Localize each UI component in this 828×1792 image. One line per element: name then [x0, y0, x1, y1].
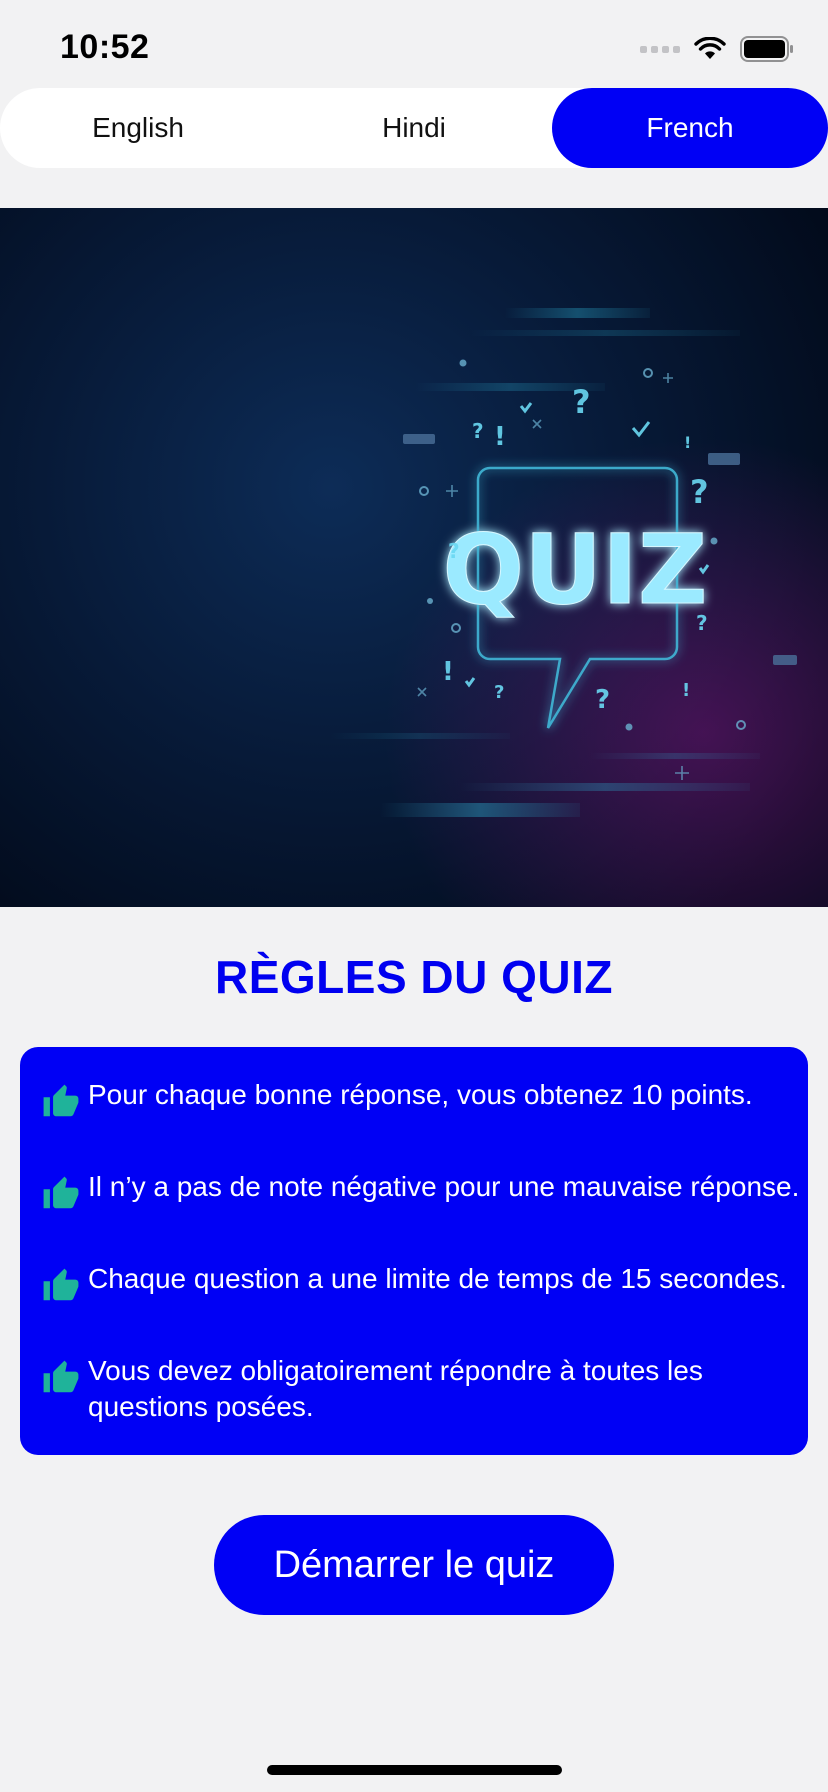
rule-item: Vous devez obligatoirement répondre à to… — [42, 1353, 792, 1429]
wifi-icon — [694, 37, 726, 59]
svg-text:?: ? — [572, 383, 591, 421]
rule-item: Il n’y a pas de note négative pour une m… — [42, 1169, 799, 1245]
svg-text:!: ! — [684, 433, 691, 452]
rule-item: Chaque question a une limite de temps de… — [42, 1261, 792, 1337]
rules-card: Pour chaque bonne réponse, vous obtenez … — [20, 1047, 808, 1455]
home-indicator[interactable] — [267, 1765, 562, 1775]
svg-text:?: ? — [696, 611, 708, 635]
rule-text: Chaque question a une limite de temps de… — [88, 1263, 787, 1294]
quiz-banner-image: QUIZ ? ? ! ? ? ? ! ? ? ! ! — [0, 208, 828, 907]
tab-english[interactable]: English — [0, 88, 276, 168]
thumbs-up-icon — [43, 1268, 79, 1301]
svg-text:?: ? — [448, 539, 460, 563]
start-quiz-button[interactable]: Démarrer le quiz — [214, 1515, 614, 1615]
rule-text: Vous devez obligatoirement répondre à to… — [88, 1355, 703, 1422]
svg-text:?: ? — [494, 682, 504, 703]
rule-text: Pour chaque bonne réponse, vous obtenez … — [88, 1079, 753, 1110]
svg-text:!: ! — [442, 657, 454, 687]
rules-title: RÈGLES DU QUIZ — [214, 951, 614, 1003]
svg-text:?: ? — [472, 419, 484, 443]
status-bar: 10:52 — [0, 0, 828, 90]
svg-text:?: ? — [595, 685, 610, 715]
svg-text:?: ? — [690, 473, 709, 511]
tab-hindi[interactable]: Hindi — [276, 88, 552, 168]
thumbs-up-icon — [43, 1084, 79, 1117]
thumbs-up-icon — [43, 1176, 79, 1209]
language-segmented-control: English Hindi French — [0, 88, 828, 168]
rule-text: Il n’y a pas de note négative pour une m… — [88, 1171, 800, 1202]
status-time: 10:52 — [60, 28, 150, 66]
quiz-illustration: QUIZ ? ? ! ? ? ? ! ? ? ! ! — [330, 308, 797, 817]
banner-quiz-text: QUIZ — [443, 514, 708, 626]
svg-text:!: ! — [682, 680, 690, 701]
svg-text:!: ! — [494, 422, 506, 452]
tab-french[interactable]: French — [552, 88, 828, 168]
rule-item: Pour chaque bonne réponse, vous obtenez … — [42, 1077, 792, 1153]
cellular-signal-icon — [640, 45, 680, 53]
status-icons — [640, 36, 794, 62]
thumbs-up-icon — [43, 1360, 79, 1393]
battery-icon — [740, 36, 793, 62]
